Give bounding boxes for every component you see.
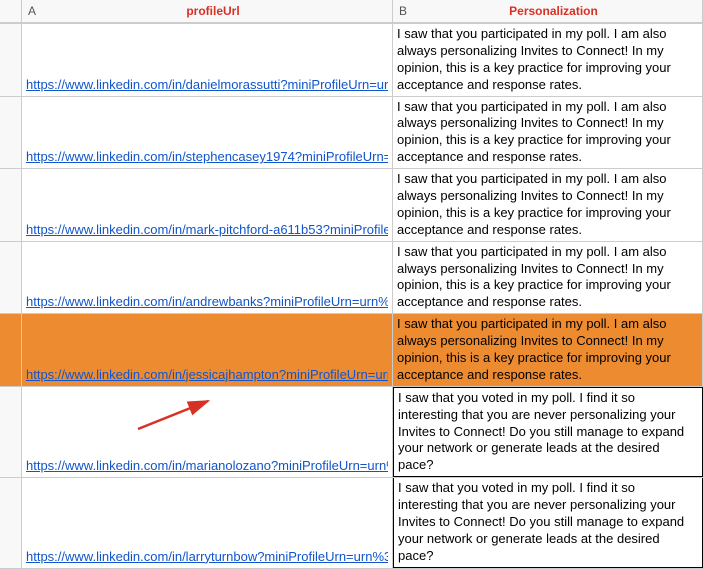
table-row: https://www.linkedin.com/in/larryturnbow… [0,478,703,568]
row-header[interactable] [0,24,22,96]
row-header[interactable] [0,314,22,386]
cell-personalization[interactable]: I saw that you participated in my poll. … [393,97,703,169]
column-header-a[interactable]: A profileUrl [22,0,393,23]
cell-personalization[interactable]: I saw that you voted in my poll. I find … [393,387,703,477]
profile-link[interactable]: https://www.linkedin.com/in/andrewbanks?… [26,294,388,311]
table-row: https://www.linkedin.com/in/andrewbanks?… [0,242,703,315]
corner-cell[interactable] [0,0,22,23]
cell-personalization[interactable]: I saw that you participated in my poll. … [393,169,703,241]
row-header[interactable] [0,169,22,241]
cell-profile-url[interactable]: https://www.linkedin.com/in/jessicajhamp… [22,314,393,386]
profile-link[interactable]: https://www.linkedin.com/in/danielmorass… [26,77,388,94]
profile-link[interactable]: https://www.linkedin.com/in/stephencasey… [26,149,388,166]
cell-profile-url[interactable]: https://www.linkedin.com/in/mark-pitchfo… [22,169,393,241]
cell-profile-url[interactable]: https://www.linkedin.com/in/marianolozan… [22,387,393,477]
profile-link[interactable]: https://www.linkedin.com/in/marianolozan… [26,458,388,475]
row-header[interactable] [0,242,22,314]
profile-link[interactable]: https://www.linkedin.com/in/larryturnbow… [26,549,388,566]
column-title-a: profileUrl [186,4,239,18]
row-header[interactable] [0,478,22,567]
cell-personalization[interactable]: I saw that you participated in my poll. … [393,314,703,386]
table-row: https://www.linkedin.com/in/stephencasey… [0,97,703,170]
table-row: https://www.linkedin.com/in/marianolozan… [0,387,703,478]
cell-personalization[interactable]: I saw that you voted in my poll. I find … [393,478,703,567]
column-title-b: Personalization [509,4,598,18]
row-header[interactable] [0,387,22,477]
cell-profile-url[interactable]: https://www.linkedin.com/in/andrewbanks?… [22,242,393,314]
column-headers-row: A profileUrl B Personalization [0,0,703,24]
cell-profile-url[interactable]: https://www.linkedin.com/in/larryturnbow… [22,478,393,567]
profile-link[interactable]: https://www.linkedin.com/in/mark-pitchfo… [26,222,388,239]
spreadsheet: A profileUrl B Personalization https://w… [0,0,703,569]
table-row: https://www.linkedin.com/in/jessicajhamp… [0,314,703,387]
row-header[interactable] [0,97,22,169]
profile-link[interactable]: https://www.linkedin.com/in/jessicajhamp… [26,367,388,384]
column-letter: B [399,4,407,18]
cell-profile-url[interactable]: https://www.linkedin.com/in/danielmorass… [22,24,393,96]
column-letter: A [28,4,36,18]
cell-profile-url[interactable]: https://www.linkedin.com/in/stephencasey… [22,97,393,169]
table-row: https://www.linkedin.com/in/danielmorass… [0,24,703,97]
column-header-b[interactable]: B Personalization [393,0,703,23]
cell-personalization[interactable]: I saw that you participated in my poll. … [393,242,703,314]
cell-personalization[interactable]: I saw that you participated in my poll. … [393,24,703,96]
table-row: https://www.linkedin.com/in/mark-pitchfo… [0,169,703,242]
